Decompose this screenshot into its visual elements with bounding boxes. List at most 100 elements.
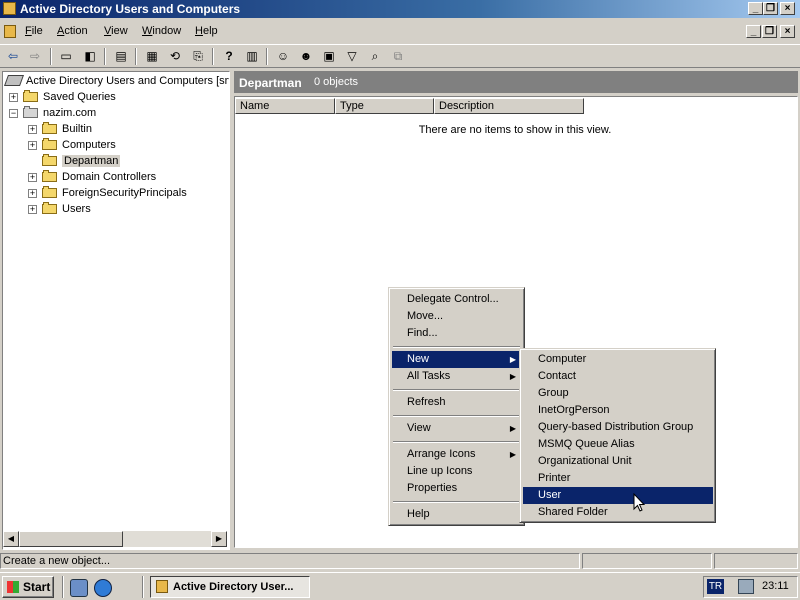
expand-icon[interactable]: +	[9, 93, 18, 102]
internet-explorer-icon[interactable]	[94, 579, 112, 597]
new-submenu: Computer Contact Group InetOrgPerson Que…	[519, 348, 716, 523]
title-bar[interactable]: Active Directory Users and Computers _ ❐…	[0, 0, 800, 18]
toolbar-separator	[266, 48, 268, 65]
submenu-arrow-icon: ▶	[509, 424, 516, 433]
mdi-close-button[interactable]: ×	[780, 25, 795, 38]
close-button[interactable]: ×	[780, 2, 795, 15]
menu-item-all-tasks[interactable]: All Tasks ▶	[392, 368, 522, 385]
app-icon	[156, 580, 168, 593]
find-icon[interactable]: ⌕	[366, 48, 384, 65]
tree-horizontal-scrollbar[interactable]: ◀ ▶	[3, 531, 227, 547]
system-tray: TR 23:11	[703, 576, 798, 598]
menu-item-move[interactable]: Move...	[392, 308, 522, 325]
tray-grip	[684, 577, 700, 595]
show-hide-tree-icon[interactable]: ◧	[81, 48, 99, 65]
menu-item-new[interactable]: New ▶	[392, 351, 522, 368]
domain-icon	[23, 106, 39, 118]
submenu-item-contact[interactable]: Contact	[523, 368, 713, 385]
language-indicator[interactable]: TR	[707, 579, 724, 594]
object-count: 0 objects	[314, 76, 359, 88]
expand-icon[interactable]: +	[28, 125, 37, 134]
menu-item-view[interactable]: View ▶	[392, 420, 522, 437]
status-panel	[714, 553, 798, 569]
menu-action[interactable]: Action	[57, 25, 88, 37]
menu-item-arrange-icons[interactable]: Arrange Icons ▶	[392, 446, 522, 463]
scroll-thumb[interactable]	[19, 531, 123, 547]
status-text: Create a new object...	[0, 553, 580, 569]
show-desktop-icon[interactable]	[70, 579, 88, 597]
menu-separator	[393, 346, 520, 348]
ou-folder-icon	[42, 170, 58, 182]
column-header-type[interactable]: Type	[335, 98, 434, 114]
menu-view[interactable]: View	[104, 25, 128, 37]
status-panel	[582, 553, 712, 569]
details-header: Departman 0 objects	[234, 71, 798, 93]
menu-item-properties[interactable]: Properties	[392, 480, 522, 497]
folder-icon	[23, 90, 39, 102]
menu-file[interactable]: File	[25, 25, 43, 37]
mdi-minimize-button[interactable]: _	[746, 25, 761, 38]
menu-window[interactable]: Window	[142, 25, 181, 37]
console-tree-icon[interactable]: ▥	[243, 48, 261, 65]
status-bar: Create a new object...	[0, 551, 800, 571]
menu-item-line-up-icons[interactable]: Line up Icons	[392, 463, 522, 480]
tree-root[interactable]: Active Directory Users and Computers [sr…	[3, 73, 229, 89]
expand-icon[interactable]: +	[28, 205, 37, 214]
add-to-group-icon[interactable]: ⧉	[389, 48, 407, 65]
submenu-item-user[interactable]: User	[523, 487, 713, 504]
menu-item-delegate-control[interactable]: Delegate Control...	[392, 291, 522, 308]
menu-item-refresh[interactable]: Refresh	[392, 394, 522, 411]
scroll-right-icon[interactable]: ▶	[211, 531, 227, 547]
filter-icon[interactable]: ▽	[343, 48, 361, 65]
scroll-left-icon[interactable]: ◀	[3, 531, 19, 547]
clock[interactable]: 23:11	[762, 580, 789, 592]
forward-arrow-icon[interactable]: ⇨	[26, 48, 44, 65]
console-tree[interactable]: Active Directory Users and Computers [sr…	[2, 71, 230, 550]
expand-icon[interactable]: +	[28, 189, 37, 198]
context-menu: Delegate Control... Move... Find... New ▶…	[388, 287, 525, 526]
expand-icon[interactable]: +	[28, 173, 37, 182]
toolbar-separator	[50, 48, 52, 65]
help-icon[interactable]: ?	[220, 48, 238, 65]
new-group-icon[interactable]: ☻	[297, 48, 315, 65]
submenu-item-computer[interactable]: Computer	[523, 351, 713, 368]
network-icon[interactable]	[738, 579, 754, 594]
refresh-icon[interactable]: ⟲	[166, 48, 184, 65]
up-folder-icon[interactable]: ▭	[57, 48, 75, 65]
menu-item-help[interactable]: Help	[392, 506, 522, 523]
submenu-item-printer[interactable]: Printer	[523, 470, 713, 487]
start-button[interactable]: Start	[2, 576, 54, 598]
collapse-icon[interactable]: −	[9, 109, 18, 118]
container-title: Departman	[239, 76, 302, 90]
maximize-button[interactable]: ❐	[763, 2, 778, 15]
submenu-item-msmq-queue-alias[interactable]: MSMQ Queue Alias	[523, 436, 713, 453]
app-icon	[3, 2, 16, 15]
submenu-item-group[interactable]: Group	[523, 385, 713, 402]
column-header-description[interactable]: Description	[434, 98, 584, 114]
taskbar: Start Active Directory User... TR 23:11	[0, 572, 800, 600]
folder-icon	[42, 122, 58, 134]
folder-icon	[42, 138, 58, 150]
menu-item-label: View	[407, 422, 431, 434]
export-list-icon[interactable]: ⎘	[189, 48, 207, 65]
new-ou-icon[interactable]: ▣	[320, 48, 338, 65]
expand-icon[interactable]: +	[28, 141, 37, 150]
submenu-item-shared-folder[interactable]: Shared Folder	[523, 504, 713, 521]
menu-item-find[interactable]: Find...	[392, 325, 522, 342]
submenu-item-query-based-distribution-group[interactable]: Query-based Distribution Group	[523, 419, 713, 436]
taskbar-item-active-directory[interactable]: Active Directory User...	[150, 576, 310, 598]
submenu-item-organizational-unit[interactable]: Organizational Unit	[523, 453, 713, 470]
folder-icon	[42, 202, 58, 214]
minimize-button[interactable]: _	[748, 2, 763, 15]
delete-icon[interactable]: ▤	[112, 48, 130, 65]
back-arrow-icon[interactable]: ⇦	[4, 48, 22, 65]
column-header-name[interactable]: Name	[235, 98, 335, 114]
tree-item-label: Computers	[62, 139, 116, 151]
menu-separator	[393, 415, 520, 417]
properties-icon[interactable]: ▦	[143, 48, 161, 65]
menu-help[interactable]: Help	[195, 25, 218, 37]
menu-bar: File Action View Window Help _ ❐ ×	[0, 22, 800, 42]
new-user-icon[interactable]: ☺	[274, 48, 292, 65]
submenu-item-inetorgperson[interactable]: InetOrgPerson	[523, 402, 713, 419]
mdi-maximize-button[interactable]: ❐	[762, 25, 777, 38]
